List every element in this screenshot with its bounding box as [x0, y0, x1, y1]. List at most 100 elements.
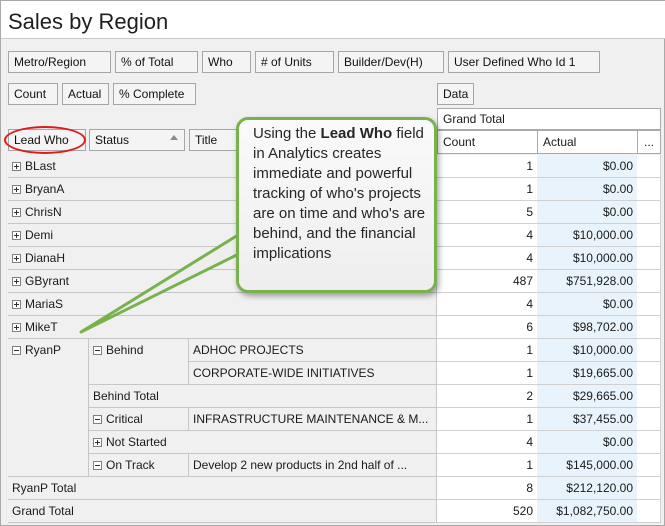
expand-icon[interactable] [12, 323, 21, 332]
count-cell: 4 [437, 224, 538, 247]
count-cell: 1 [437, 454, 538, 477]
expand-icon[interactable] [93, 438, 102, 447]
column-header-actual[interactable]: Actual [537, 130, 638, 154]
expand-icon[interactable] [12, 231, 21, 240]
count-cell: 4 [437, 431, 538, 454]
behind-total-row: Behind Total [89, 385, 437, 408]
lead-row[interactable]: MariaS [8, 293, 437, 316]
more-cell [637, 155, 661, 178]
actual-cell: $10,000.00 [537, 224, 638, 247]
status-row-on-track[interactable]: On Track [89, 454, 189, 477]
more-cell [637, 178, 661, 201]
title-row-adhoc: ADHOC PROJECTS [189, 339, 437, 362]
row-field-lead-who-label: Lead Who [14, 133, 69, 147]
actual-cell: $212,120.00 [537, 477, 638, 500]
lead-name: RyanP [25, 343, 62, 357]
actual-cell: $10,000.00 [537, 247, 638, 270]
title-row-infrastructure: INFRASTRUCTURE MAINTENANCE & M... [189, 408, 437, 431]
row-field-status[interactable]: Status [89, 129, 185, 151]
column-header-count[interactable]: Count [437, 130, 538, 154]
report-title: Sales by Region [8, 9, 169, 34]
row-field-lead-who[interactable]: Lead Who [8, 129, 86, 151]
actual-cell: $0.00 [537, 431, 638, 454]
lead-name: DianaH [25, 251, 66, 265]
actual-cell: $0.00 [537, 178, 638, 201]
actual-cell: $0.00 [537, 155, 638, 178]
count-cell: 520 [437, 500, 538, 523]
filter-field-num-units[interactable]: # of Units [255, 51, 334, 73]
actual-cell: $1,082,750.00 [537, 500, 638, 523]
more-cell [637, 431, 661, 454]
status-row-behind[interactable]: Behind [89, 339, 189, 385]
count-cell: 1 [437, 178, 538, 201]
count-cell: 6 [437, 316, 538, 339]
expand-icon[interactable] [12, 277, 21, 286]
data-field-actual[interactable]: Actual [62, 83, 109, 105]
expand-icon[interactable] [12, 300, 21, 309]
filter-field-metro-region[interactable]: Metro/Region [8, 51, 111, 73]
lead-name: BLast [25, 159, 56, 173]
more-cell [637, 500, 661, 523]
count-cell: 5 [437, 201, 538, 224]
filter-field-builder-dev[interactable]: Builder/Dev(H) [338, 51, 444, 73]
more-cell [637, 362, 661, 385]
callout-bold: Lead Who [320, 125, 393, 142]
actual-cell: $37,455.00 [537, 408, 638, 431]
lead-row-ryanp[interactable]: RyanP [8, 339, 89, 477]
column-header-more[interactable]: ... [637, 130, 661, 154]
data-header-button[interactable]: Data [437, 83, 474, 105]
title-row-develop: Develop 2 new products in 2nd half of ..… [189, 454, 437, 477]
more-cell [637, 293, 661, 316]
more-cell [637, 477, 661, 500]
collapse-icon[interactable] [93, 346, 102, 355]
status-row-critical[interactable]: Critical [89, 408, 189, 431]
data-field-percent-complete[interactable]: % Complete [113, 83, 196, 105]
more-cell [637, 247, 661, 270]
actual-cell: $0.00 [537, 293, 638, 316]
expand-icon[interactable] [12, 254, 21, 263]
callout-annotation: Using the Lead Who field in Analytics cr… [236, 117, 437, 293]
actual-cell: $29,665.00 [537, 385, 638, 408]
count-cell: 1 [437, 339, 538, 362]
expand-icon[interactable] [12, 185, 21, 194]
more-cell [637, 316, 661, 339]
grand-total-row: Grand Total [8, 500, 437, 523]
count-cell: 4 [437, 293, 538, 316]
lead-name: ChrisN [25, 205, 62, 219]
count-cell: 1 [437, 362, 538, 385]
data-field-count[interactable]: Count [8, 83, 58, 105]
actual-cell: $145,000.00 [537, 454, 638, 477]
filter-field-who[interactable]: Who [202, 51, 251, 73]
lead-row[interactable]: MikeT [8, 316, 437, 339]
count-cell: 4 [437, 247, 538, 270]
expand-icon[interactable] [12, 162, 21, 171]
grand-total-column-header: Grand Total [437, 108, 661, 130]
more-cell [637, 454, 661, 477]
actual-cell: $751,928.00 [537, 270, 638, 293]
actual-cell: $98,702.00 [537, 316, 638, 339]
status-row-not-started[interactable]: Not Started [89, 431, 437, 454]
row-field-status-label: Status [95, 133, 130, 147]
count-cell: 2 [437, 385, 538, 408]
status-name: Not Started [106, 435, 167, 449]
lead-name: Demi [25, 228, 54, 242]
collapse-icon[interactable] [93, 461, 102, 470]
collapse-icon[interactable] [12, 346, 21, 355]
filter-field-percent-of-total[interactable]: % of Total [115, 51, 198, 73]
expand-icon[interactable] [12, 208, 21, 217]
actual-cell: $19,665.00 [537, 362, 638, 385]
status-name: Behind [106, 343, 144, 357]
title-row-corporate: CORPORATE-WIDE INITIATIVES [189, 362, 437, 385]
sort-ascending-icon[interactable] [170, 135, 178, 140]
count-cell: 1 [437, 408, 538, 431]
filter-field-user-defined-who[interactable]: User Defined Who Id 1 [448, 51, 600, 73]
callout-text-after: field in Analytics creates immediate and… [253, 125, 426, 262]
more-cell [637, 408, 661, 431]
more-cell [637, 339, 661, 362]
collapse-icon[interactable] [93, 415, 102, 424]
status-name: On Track [106, 458, 155, 472]
lead-name: GByrant [25, 274, 70, 288]
status-name: Critical [106, 412, 143, 426]
callout-text-before: Using the [253, 125, 321, 142]
count-cell: 1 [437, 155, 538, 178]
